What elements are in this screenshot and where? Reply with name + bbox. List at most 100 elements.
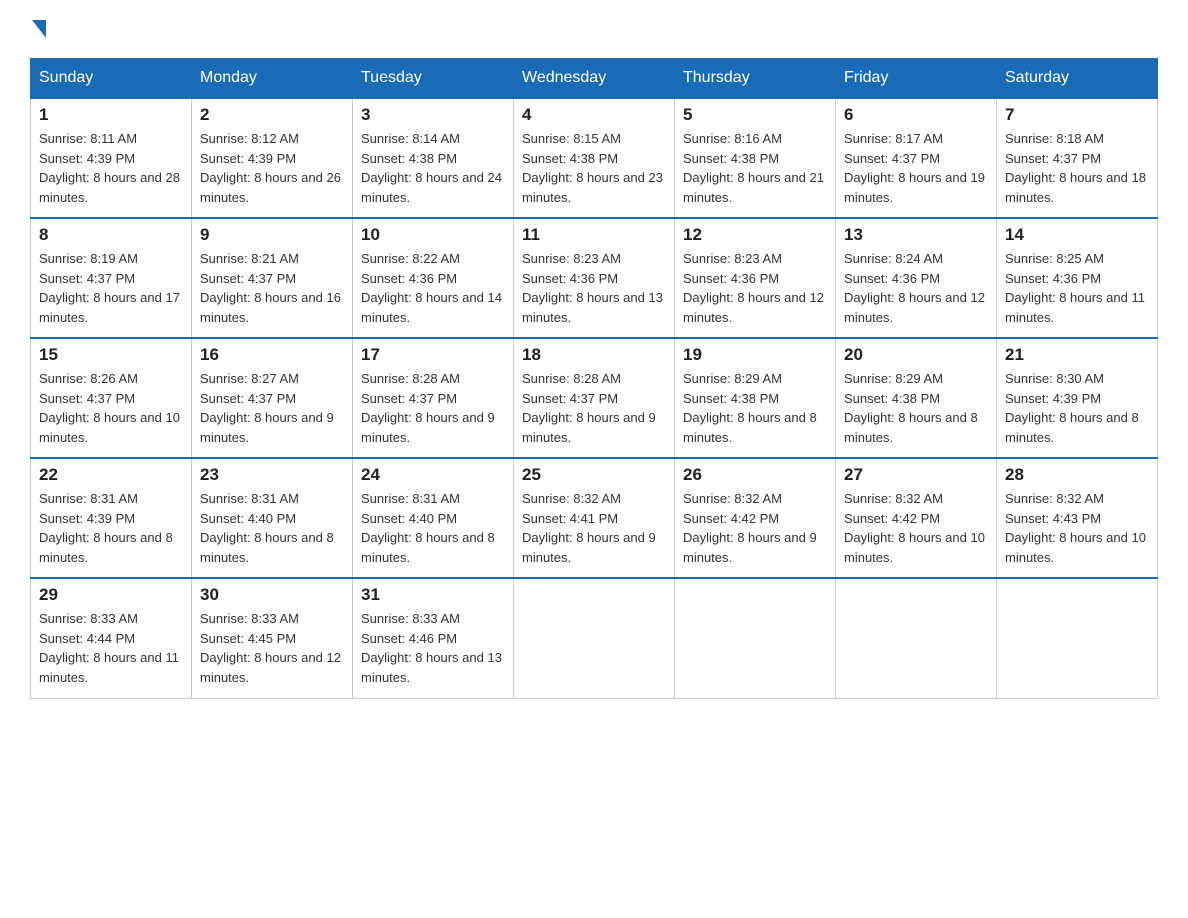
table-row bbox=[675, 578, 836, 698]
day-info: Sunrise: 8:17 AMSunset: 4:37 PMDaylight:… bbox=[844, 129, 988, 207]
day-info: Sunrise: 8:16 AMSunset: 4:38 PMDaylight:… bbox=[683, 129, 827, 207]
table-row: 21Sunrise: 8:30 AMSunset: 4:39 PMDayligh… bbox=[997, 338, 1158, 458]
page-header bbox=[30, 20, 1158, 38]
table-row: 27Sunrise: 8:32 AMSunset: 4:42 PMDayligh… bbox=[836, 458, 997, 578]
day-number: 28 bbox=[1005, 465, 1149, 485]
day-number: 6 bbox=[844, 105, 988, 125]
day-info: Sunrise: 8:25 AMSunset: 4:36 PMDaylight:… bbox=[1005, 249, 1149, 327]
day-info: Sunrise: 8:29 AMSunset: 4:38 PMDaylight:… bbox=[683, 369, 827, 447]
table-row: 30 Sunrise: 8:33 AMSunset: 4:45 PMDayligh… bbox=[192, 578, 353, 698]
table-row: 23 Sunrise: 8:31 AMSunset: 4:40 PMDayligh… bbox=[192, 458, 353, 578]
day-info: Sunrise: 8:15 AMSunset: 4:38 PMDaylight:… bbox=[522, 129, 666, 207]
day-info: Sunrise: 8:33 AMSunset: 4:45 PMDaylight:… bbox=[200, 609, 344, 687]
day-number: 23 bbox=[200, 465, 344, 485]
table-row: 29Sunrise: 8:33 AMSunset: 4:44 PMDayligh… bbox=[31, 578, 192, 698]
weekday-saturday: Saturday bbox=[997, 59, 1158, 99]
calendar-table: SundayMondayTuesdayWednesdayThursdayFrid… bbox=[30, 58, 1158, 699]
day-info: Sunrise: 8:21 AMSunset: 4:37 PMDaylight:… bbox=[200, 249, 344, 327]
table-row: 28 Sunrise: 8:32 AMSunset: 4:43 PMDayligh… bbox=[997, 458, 1158, 578]
weekday-wednesday: Wednesday bbox=[514, 59, 675, 99]
table-row: 14 Sunrise: 8:25 AMSunset: 4:36 PMDayligh… bbox=[997, 218, 1158, 338]
table-row: 20 Sunrise: 8:29 AMSunset: 4:38 PMDayligh… bbox=[836, 338, 997, 458]
table-row: 12Sunrise: 8:23 AMSunset: 4:36 PMDayligh… bbox=[675, 218, 836, 338]
logo-arrow-icon bbox=[32, 20, 46, 38]
day-number: 30 bbox=[200, 585, 344, 605]
table-row: 9 Sunrise: 8:21 AMSunset: 4:37 PMDaylight… bbox=[192, 218, 353, 338]
day-number: 16 bbox=[200, 345, 344, 365]
weekday-header-row: SundayMondayTuesdayWednesdayThursdayFrid… bbox=[31, 59, 1158, 99]
day-info: Sunrise: 8:27 AMSunset: 4:37 PMDaylight:… bbox=[200, 369, 344, 447]
table-row: 19 Sunrise: 8:29 AMSunset: 4:38 PMDayligh… bbox=[675, 338, 836, 458]
day-number: 20 bbox=[844, 345, 988, 365]
calendar-body: 1 Sunrise: 8:11 AMSunset: 4:39 PMDaylight… bbox=[31, 98, 1158, 698]
day-number: 18 bbox=[522, 345, 666, 365]
day-info: Sunrise: 8:32 AMSunset: 4:43 PMDaylight:… bbox=[1005, 489, 1149, 567]
table-row: 8Sunrise: 8:19 AMSunset: 4:37 PMDaylight… bbox=[31, 218, 192, 338]
table-row bbox=[836, 578, 997, 698]
day-info: Sunrise: 8:29 AMSunset: 4:38 PMDaylight:… bbox=[844, 369, 988, 447]
table-row: 6 Sunrise: 8:17 AMSunset: 4:37 PMDaylight… bbox=[836, 98, 997, 218]
day-info: Sunrise: 8:31 AMSunset: 4:39 PMDaylight:… bbox=[39, 489, 183, 567]
calendar-week-4: 22 Sunrise: 8:31 AMSunset: 4:39 PMDayligh… bbox=[31, 458, 1158, 578]
table-row: 3 Sunrise: 8:14 AMSunset: 4:38 PMDaylight… bbox=[353, 98, 514, 218]
table-row: 15 Sunrise: 8:26 AMSunset: 4:37 PMDayligh… bbox=[31, 338, 192, 458]
calendar-week-5: 29Sunrise: 8:33 AMSunset: 4:44 PMDayligh… bbox=[31, 578, 1158, 698]
table-row bbox=[514, 578, 675, 698]
weekday-thursday: Thursday bbox=[675, 59, 836, 99]
day-number: 31 bbox=[361, 585, 505, 605]
table-row: 1 Sunrise: 8:11 AMSunset: 4:39 PMDaylight… bbox=[31, 98, 192, 218]
day-info: Sunrise: 8:31 AMSunset: 4:40 PMDaylight:… bbox=[361, 489, 505, 567]
day-number: 15 bbox=[39, 345, 183, 365]
day-number: 1 bbox=[39, 105, 183, 125]
day-number: 22 bbox=[39, 465, 183, 485]
day-number: 9 bbox=[200, 225, 344, 245]
day-info: Sunrise: 8:24 AMSunset: 4:36 PMDaylight:… bbox=[844, 249, 988, 327]
day-info: Sunrise: 8:14 AMSunset: 4:38 PMDaylight:… bbox=[361, 129, 505, 207]
day-info: Sunrise: 8:12 AMSunset: 4:39 PMDaylight:… bbox=[200, 129, 344, 207]
day-number: 11 bbox=[522, 225, 666, 245]
day-info: Sunrise: 8:28 AMSunset: 4:37 PMDaylight:… bbox=[522, 369, 666, 447]
day-number: 14 bbox=[1005, 225, 1149, 245]
calendar-week-3: 15 Sunrise: 8:26 AMSunset: 4:37 PMDayligh… bbox=[31, 338, 1158, 458]
day-number: 8 bbox=[39, 225, 183, 245]
day-info: Sunrise: 8:26 AMSunset: 4:37 PMDaylight:… bbox=[39, 369, 183, 447]
day-info: Sunrise: 8:31 AMSunset: 4:40 PMDaylight:… bbox=[200, 489, 344, 567]
table-row: 11 Sunrise: 8:23 AMSunset: 4:36 PMDayligh… bbox=[514, 218, 675, 338]
day-number: 4 bbox=[522, 105, 666, 125]
table-row: 18 Sunrise: 8:28 AMSunset: 4:37 PMDayligh… bbox=[514, 338, 675, 458]
table-row: 26Sunrise: 8:32 AMSunset: 4:42 PMDayligh… bbox=[675, 458, 836, 578]
day-number: 27 bbox=[844, 465, 988, 485]
weekday-sunday: Sunday bbox=[31, 59, 192, 99]
table-row: 10Sunrise: 8:22 AMSunset: 4:36 PMDayligh… bbox=[353, 218, 514, 338]
table-row: 24 Sunrise: 8:31 AMSunset: 4:40 PMDayligh… bbox=[353, 458, 514, 578]
day-number: 24 bbox=[361, 465, 505, 485]
day-number: 3 bbox=[361, 105, 505, 125]
table-row: 17Sunrise: 8:28 AMSunset: 4:37 PMDayligh… bbox=[353, 338, 514, 458]
day-number: 25 bbox=[522, 465, 666, 485]
day-number: 7 bbox=[1005, 105, 1149, 125]
table-row: 25 Sunrise: 8:32 AMSunset: 4:41 PMDayligh… bbox=[514, 458, 675, 578]
day-info: Sunrise: 8:23 AMSunset: 4:36 PMDaylight:… bbox=[522, 249, 666, 327]
day-info: Sunrise: 8:32 AMSunset: 4:42 PMDaylight:… bbox=[683, 489, 827, 567]
weekday-friday: Friday bbox=[836, 59, 997, 99]
day-number: 10 bbox=[361, 225, 505, 245]
table-row: 4 Sunrise: 8:15 AMSunset: 4:38 PMDaylight… bbox=[514, 98, 675, 218]
day-info: Sunrise: 8:32 AMSunset: 4:41 PMDaylight:… bbox=[522, 489, 666, 567]
table-row: 22 Sunrise: 8:31 AMSunset: 4:39 PMDayligh… bbox=[31, 458, 192, 578]
logo bbox=[30, 20, 48, 38]
table-row bbox=[997, 578, 1158, 698]
day-info: Sunrise: 8:18 AMSunset: 4:37 PMDaylight:… bbox=[1005, 129, 1149, 207]
day-number: 17 bbox=[361, 345, 505, 365]
day-info: Sunrise: 8:11 AMSunset: 4:39 PMDaylight:… bbox=[39, 129, 183, 207]
day-number: 13 bbox=[844, 225, 988, 245]
table-row: 16 Sunrise: 8:27 AMSunset: 4:37 PMDayligh… bbox=[192, 338, 353, 458]
day-info: Sunrise: 8:23 AMSunset: 4:36 PMDaylight:… bbox=[683, 249, 827, 327]
calendar-header: SundayMondayTuesdayWednesdayThursdayFrid… bbox=[31, 59, 1158, 99]
table-row: 13 Sunrise: 8:24 AMSunset: 4:36 PMDayligh… bbox=[836, 218, 997, 338]
day-number: 29 bbox=[39, 585, 183, 605]
calendar-week-1: 1 Sunrise: 8:11 AMSunset: 4:39 PMDaylight… bbox=[31, 98, 1158, 218]
day-number: 19 bbox=[683, 345, 827, 365]
table-row: 2Sunrise: 8:12 AMSunset: 4:39 PMDaylight… bbox=[192, 98, 353, 218]
day-number: 21 bbox=[1005, 345, 1149, 365]
table-row: 31Sunrise: 8:33 AMSunset: 4:46 PMDayligh… bbox=[353, 578, 514, 698]
